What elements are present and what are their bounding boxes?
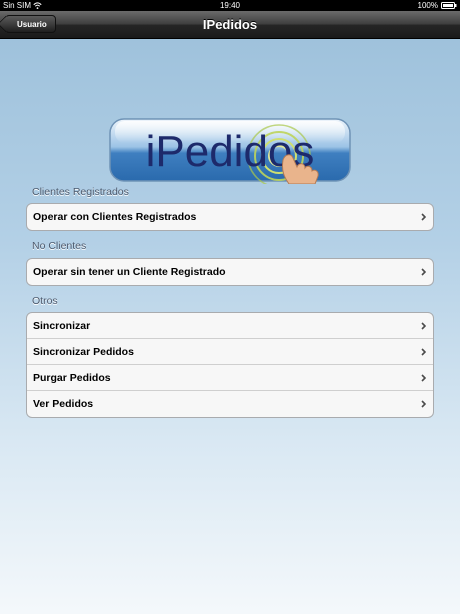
cell-label: Sincronizar xyxy=(33,320,91,332)
status-time: 19:40 xyxy=(219,1,241,10)
cell-label: Ver Pedidos xyxy=(33,398,94,410)
battery-percent: 100% xyxy=(417,1,438,10)
chevron-right-icon xyxy=(421,374,426,382)
cell-label: Operar sin tener un Cliente Registrado xyxy=(33,266,226,278)
group-clientes-registrados: Operar con Clientes Registrados xyxy=(26,203,434,231)
section-header-clientes-registrados: Clientes Registrados xyxy=(32,186,129,198)
ver-pedidos-cell[interactable]: Ver Pedidos xyxy=(27,391,433,417)
chevron-right-icon xyxy=(421,213,426,221)
sincronizar-pedidos-cell[interactable]: Sincronizar Pedidos xyxy=(27,339,433,365)
section-header-no-clientes: No Clientes xyxy=(32,240,87,252)
cell-label: Sincronizar Pedidos xyxy=(33,346,134,358)
purgar-pedidos-cell[interactable]: Purgar Pedidos xyxy=(27,365,433,391)
status-bar: Sin SIM 19:40 100% xyxy=(0,0,460,11)
operar-sin-cliente-cell[interactable]: Operar sin tener un Cliente Registrado xyxy=(27,259,433,285)
chevron-right-icon xyxy=(421,400,426,408)
chevron-right-icon xyxy=(421,268,426,276)
chevron-right-icon xyxy=(421,348,426,356)
group-otros: Sincronizar Sincronizar Pedidos Purgar P… xyxy=(26,312,434,418)
cell-label: Purgar Pedidos xyxy=(33,372,111,384)
sincronizar-cell[interactable]: Sincronizar xyxy=(27,313,433,339)
section-header-otros: Otros xyxy=(32,295,58,307)
battery-icon xyxy=(441,2,457,9)
group-no-clientes: Operar sin tener un Cliente Registrado xyxy=(26,258,434,286)
cell-label: Operar con Clientes Registrados xyxy=(33,211,197,223)
operar-con-clientes-cell[interactable]: Operar con Clientes Registrados xyxy=(27,204,433,230)
page-title: IPedidos xyxy=(202,17,258,32)
navigation-bar: Usuario IPedidos xyxy=(0,11,460,39)
main-content: iPedidos Clientes Registrados Operar con… xyxy=(0,39,460,614)
ipedidos-logo: iPedidos xyxy=(109,118,351,184)
chevron-right-icon xyxy=(421,322,426,330)
